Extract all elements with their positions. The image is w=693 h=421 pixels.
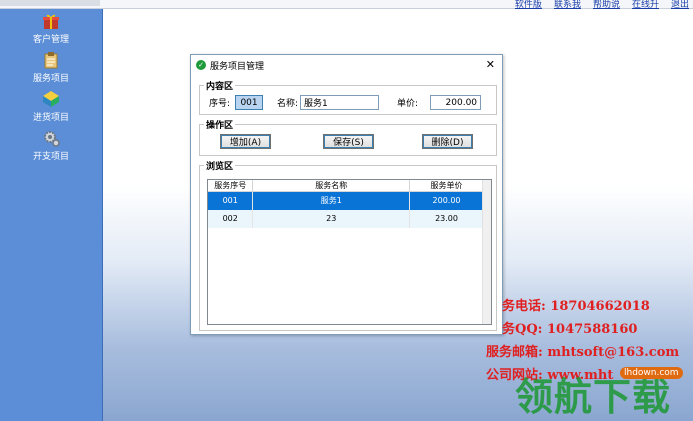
top-link-upgrade[interactable]: 在线升 [632, 0, 659, 10]
service-items-dialog: ✓ 服务项目管理 ✕ 内容区 序号: 001 名称: 服务1 单价: 200.0… [190, 54, 503, 335]
services-table: 服务序号 服务名称 服务单价 001 服务1 200.00 002 23 23.… [208, 180, 484, 228]
sidebar-item-label: 服务项目 [32, 74, 69, 84]
cell-seq: 001 [208, 191, 254, 210]
vertical-scrollbar[interactable] [482, 180, 491, 324]
sidebar-item-label: 开支项目 [32, 152, 69, 162]
col-header-seq[interactable]: 服务序号 [208, 180, 254, 192]
dialog-title-bar: ✓ 服务项目管理 ✕ [191, 55, 502, 75]
services-grid[interactable]: 服务序号 服务名称 服务单价 001 服务1 200.00 002 23 23.… [207, 179, 492, 325]
name-input[interactable]: 服务1 [300, 95, 380, 110]
close-icon[interactable]: ✕ [486, 58, 495, 71]
package-icon [41, 89, 61, 109]
sidebar-item-customers[interactable]: 客户管理 [0, 11, 102, 45]
price-input[interactable]: 200.00 [430, 95, 482, 110]
sidebar-item-expenses[interactable]: 开支项目 [0, 128, 102, 162]
name-row: 名称: 服务1 [277, 95, 380, 110]
cell-seq: 002 [208, 209, 254, 228]
top-link-help[interactable]: 帮助说 [593, 0, 620, 10]
cell-price: 23.00 [409, 209, 484, 228]
content-group-title: 内容区 [204, 79, 236, 92]
ops-group-title: 操作区 [204, 118, 236, 131]
top-bar-left [0, 0, 100, 6]
top-link-contact[interactable]: 联系我 [554, 0, 581, 10]
clipboard-icon [41, 50, 61, 70]
sidebar-item-label: 进货项目 [32, 113, 69, 123]
table-header-row: 服务序号 服务名称 服务单价 [208, 180, 484, 192]
col-header-name[interactable]: 服务名称 [252, 180, 411, 192]
add-button[interactable]: 增加(A) [220, 134, 271, 149]
gear-icon [41, 128, 61, 148]
contact-qq: 务QQ: 1047588160 [502, 322, 638, 337]
seq-input[interactable]: 001 [235, 95, 264, 110]
col-header-price[interactable]: 服务单价 [409, 180, 484, 192]
table-row[interactable]: 002 23 23.00 [208, 209, 484, 228]
price-label: 单价: [397, 99, 419, 109]
contact-email: 服务邮箱: mhtsoft@163.com [486, 345, 680, 360]
dialog-title: 服务项目管理 [210, 61, 265, 72]
price-row: 单价: 200.00 [397, 95, 482, 110]
sidebar-item-services[interactable]: 服务项目 [0, 50, 102, 84]
top-links: 软件版 联系我 帮助说 在线升 退出 [515, 0, 689, 10]
seq-row: 序号: 001 [209, 95, 264, 110]
sidebar-item-purchases[interactable]: 进货项目 [0, 89, 102, 123]
delete-button[interactable]: 删除(D) [422, 134, 473, 149]
cell-name: 23 [252, 209, 411, 228]
gift-box-icon [41, 11, 61, 31]
top-link-exit[interactable]: 退出 [671, 0, 689, 10]
browse-group-title: 浏览区 [204, 159, 236, 172]
watermark-badge: lhdown.com [620, 367, 683, 379]
top-link-version[interactable]: 软件版 [515, 0, 542, 10]
sidebar-item-label: 客户管理 [32, 35, 69, 45]
save-button[interactable]: 保存(S) [323, 134, 374, 149]
top-bar: 软件版 联系我 帮助说 在线升 退出 [0, 0, 693, 10]
cell-name: 服务1 [252, 191, 411, 210]
seq-label: 序号: [209, 99, 231, 109]
sidebar: 客户管理 服务项目 进货项目 开支项目 [0, 9, 103, 421]
table-row[interactable]: 001 服务1 200.00 [208, 191, 484, 210]
cell-price: 200.00 [409, 191, 484, 210]
contact-phone: 务电话: 18704662018 [502, 299, 650, 314]
check-icon: ✓ [196, 60, 206, 70]
name-label: 名称: [277, 99, 299, 109]
